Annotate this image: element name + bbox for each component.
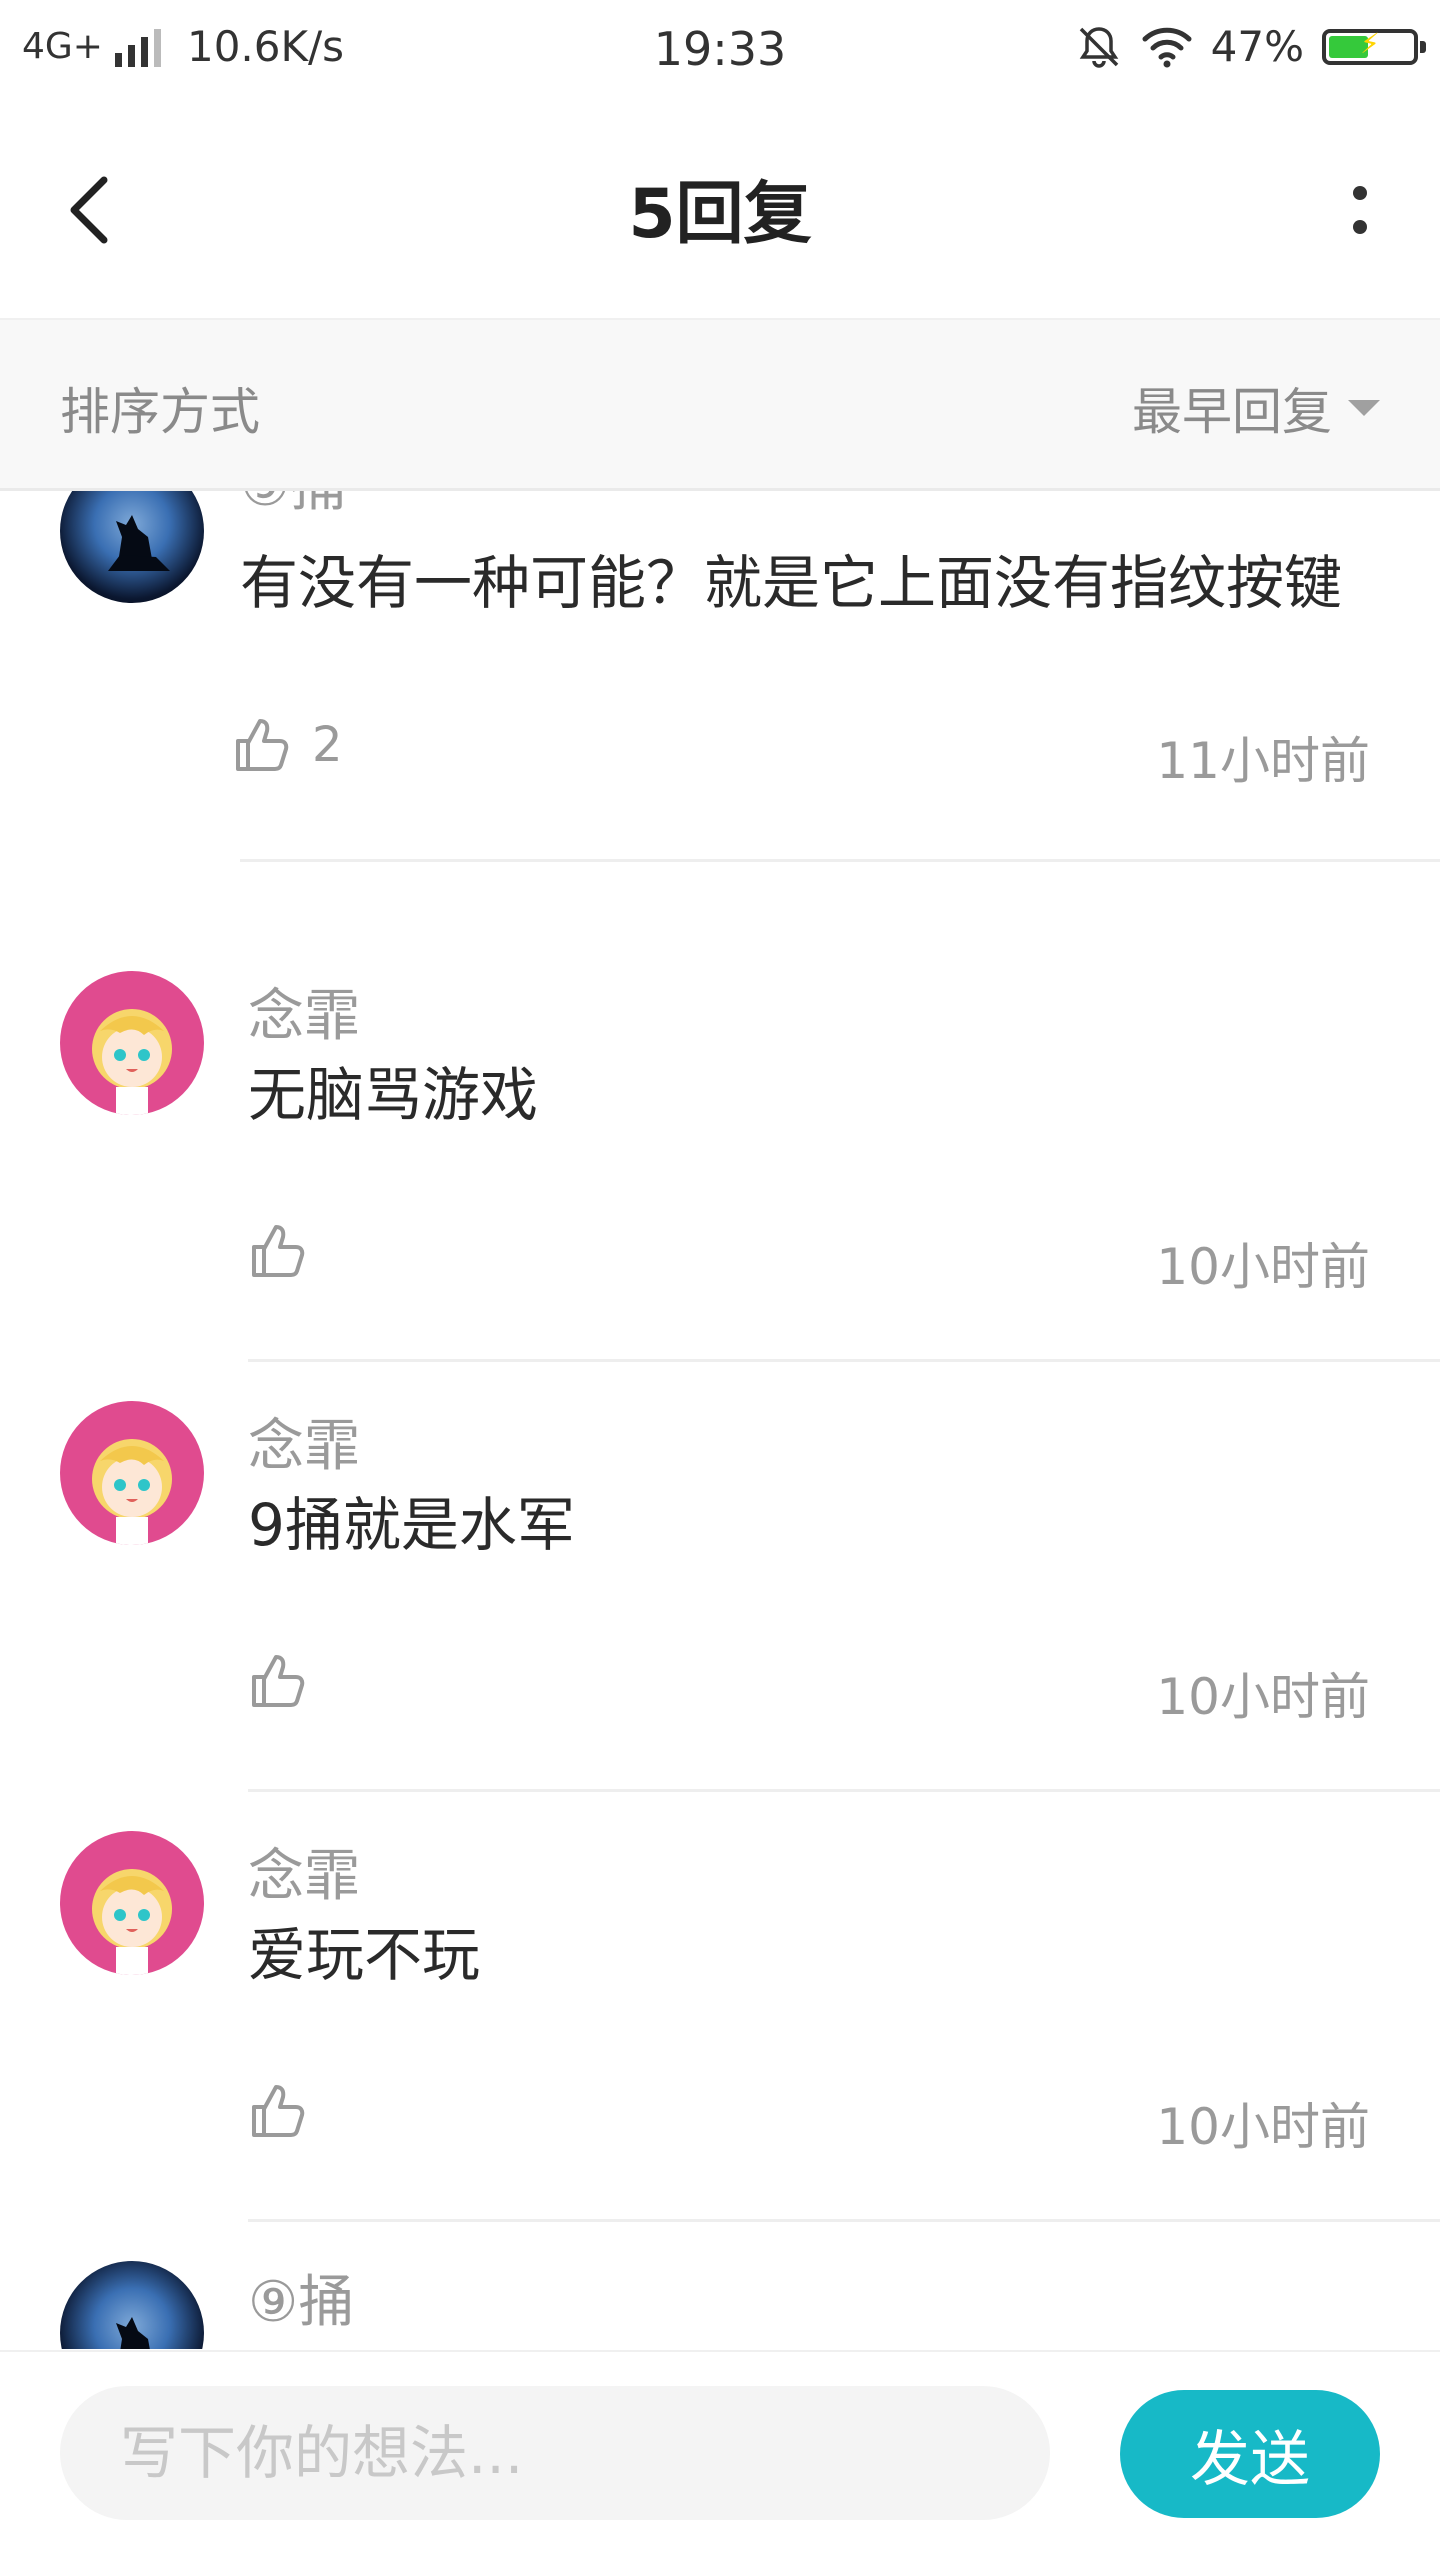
avatar[interactable] — [60, 1401, 204, 1545]
reply-time: 11小时前 — [1156, 732, 1370, 790]
reply-list[interactable]: ⑨捅 有没有一种可能？就是它上面没有指纹按键 2 11小时前 念霏 无脑骂游戏 — [0, 491, 1440, 2349]
reply-author[interactable]: 念霏 — [248, 971, 360, 1052]
anime-avatar-icon — [92, 1439, 172, 1545]
status-right: 47% ⚡ — [1075, 22, 1426, 71]
comment-composer: 发送 — [0, 2350, 1440, 2562]
anime-avatar-icon — [92, 1869, 172, 1975]
status-bar: 4G+ 10.6K/s 19:33 47% ⚡ — [0, 0, 1440, 100]
reply-time: 10小时前 — [1156, 1238, 1370, 1296]
sort-bar: 排序方式 最早回复 — [0, 320, 1440, 491]
thumbs-up-icon — [252, 1225, 305, 1277]
like-button[interactable] — [248, 1651, 328, 1711]
avatar[interactable] — [60, 491, 204, 603]
battery-icon: ⚡ — [1322, 26, 1426, 65]
reply-time: 10小时前 — [1156, 1668, 1370, 1726]
page-title: 5回复 — [628, 175, 812, 254]
caret-down-icon — [1348, 400, 1380, 416]
send-button[interactable]: 发送 — [1120, 2390, 1380, 2518]
sort-dropdown[interactable]: 最早回复 — [1132, 372, 1380, 444]
like-button[interactable] — [248, 1221, 328, 1281]
thumbs-up-icon — [236, 719, 289, 771]
reply-content: 无脑骂游戏 — [248, 1061, 539, 1129]
wifi-icon — [1142, 27, 1192, 67]
reply-author[interactable]: ⑨捅 — [248, 2257, 354, 2338]
wolf-silhouette-icon — [116, 2317, 150, 2349]
mute-bell-icon — [1079, 26, 1118, 68]
reply-item: 念霏 爱玩不玩 10小时前 — [0, 1791, 1440, 2222]
thumbs-up-icon — [252, 2085, 305, 2137]
more-dot-icon — [1353, 220, 1367, 234]
sort-selected: 最早回复 — [1132, 383, 1332, 441]
page-header: 5回复 — [0, 100, 1440, 320]
like-count: 2 — [312, 717, 343, 773]
battery-percent: 47% — [1210, 22, 1304, 71]
thumbs-up-icon — [252, 1655, 305, 1707]
reply-author[interactable]: 念霏 — [248, 1831, 360, 1912]
wolf-silhouette-icon — [108, 515, 170, 571]
divider — [240, 859, 1440, 862]
reply-content: 爱玩不玩 — [248, 1921, 481, 1989]
anime-avatar-icon — [92, 1009, 172, 1115]
like-button[interactable]: 2 — [232, 715, 343, 775]
avatar[interactable] — [60, 971, 204, 1115]
more-dot-icon — [1353, 186, 1367, 200]
reply-author[interactable]: ⑨捅 — [240, 491, 346, 522]
avatar[interactable] — [60, 1831, 204, 1975]
reply-content: 9捅就是水军 — [248, 1491, 575, 1559]
comment-input[interactable] — [60, 2386, 1050, 2520]
reply-item: ⑨捅 — [0, 2221, 1440, 2349]
sort-label: 排序方式 — [60, 383, 260, 441]
charging-icon: ⚡ — [1360, 26, 1380, 60]
reply-content: 有没有一种可能？就是它上面没有指纹按键 — [240, 549, 1343, 617]
reply-item: 念霏 无脑骂游戏 10小时前 — [0, 931, 1440, 1362]
like-button[interactable] — [248, 2081, 328, 2141]
reply-time: 10小时前 — [1156, 2098, 1370, 2156]
reply-author[interactable]: 念霏 — [248, 1401, 360, 1482]
reply-item: 念霏 9捅就是水军 10小时前 — [0, 1361, 1440, 1792]
more-options-button[interactable] — [1320, 170, 1400, 250]
avatar[interactable] — [60, 2261, 204, 2349]
